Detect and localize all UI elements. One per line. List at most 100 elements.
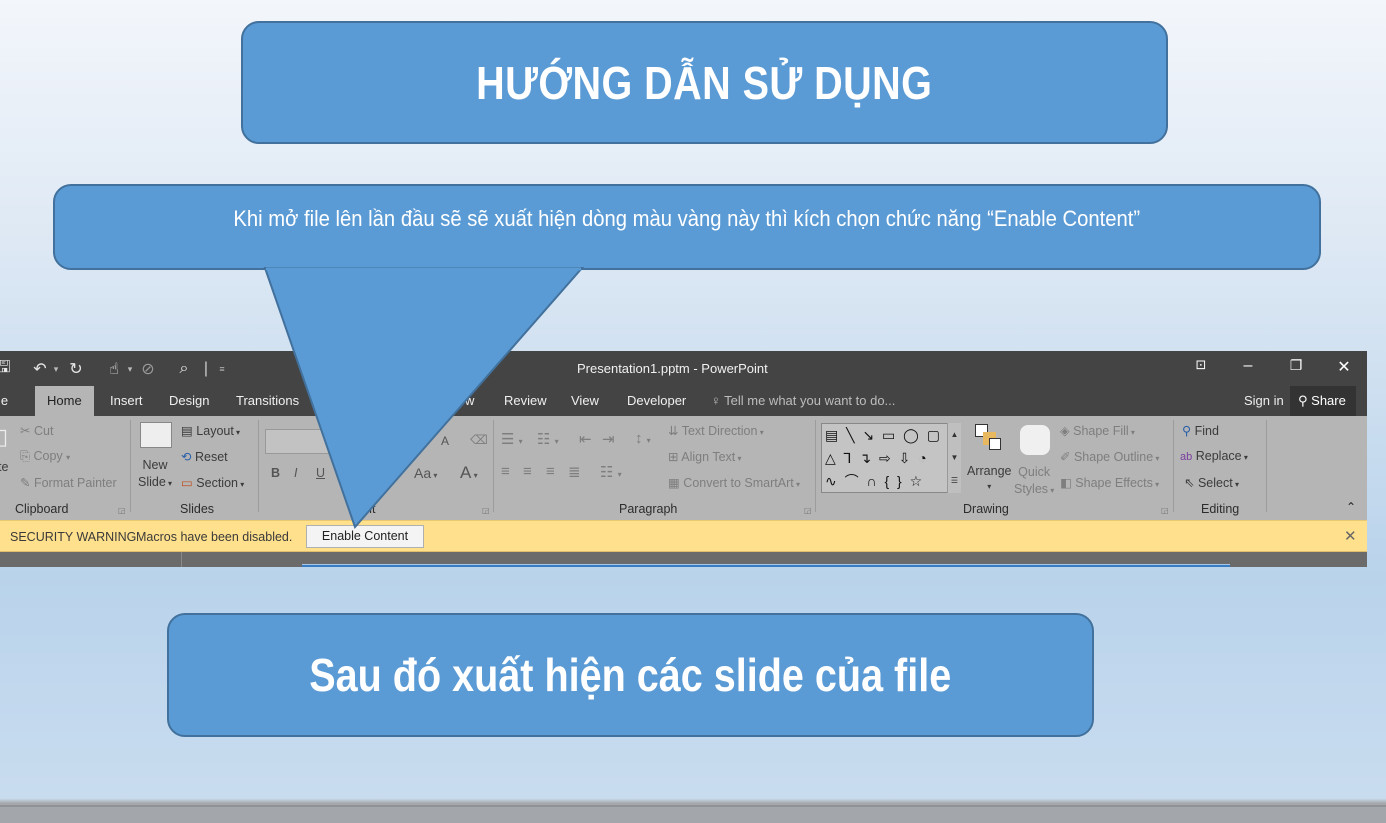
arrange-icon[interactable] (975, 424, 1003, 452)
cut-button[interactable]: ✂ Cut (20, 423, 53, 438)
font-launcher-icon[interactable]: ◲ (482, 506, 490, 515)
copy-label: Copy (33, 449, 63, 463)
tell-me-search[interactable]: ♀ Tell me what you want to do... (711, 393, 895, 408)
clipboard-launcher-icon[interactable]: ◲ (118, 506, 126, 515)
convert-smartart-label: Convert to SmartArt (683, 476, 794, 490)
columns-button[interactable]: ☷ ▾ (600, 463, 622, 481)
tab-slideshow-partial[interactable]: w (465, 393, 474, 408)
find-button[interactable]: ⚲ Find (1182, 423, 1219, 438)
layout-button[interactable]: ▤ Layout ▾ (181, 423, 240, 438)
touch-mode-icon[interactable]: ☝ (104, 359, 124, 379)
numbering-button[interactable]: ☷ ▾ (537, 430, 559, 448)
collapse-ribbon-icon[interactable]: ⌃ (1346, 500, 1356, 514)
tab-design[interactable]: Design (169, 393, 209, 408)
new-slide-label[interactable]: New Slide ▾ (138, 457, 172, 492)
scroll-down-icon[interactable]: ▼ (948, 446, 961, 469)
bold-button[interactable]: B (271, 466, 280, 480)
minimize-icon[interactable]: – (1233, 357, 1263, 375)
restore-icon[interactable]: ❐ (1281, 357, 1311, 374)
quick-styles-label-1: Quick (1018, 465, 1051, 479)
undo-icon[interactable]: ↶ (30, 359, 50, 379)
tell-me-text: Tell me what you want to do... (724, 393, 896, 408)
select-button[interactable]: ⇖ Select ▾ (1184, 475, 1239, 490)
copy-button[interactable]: ⎘ Copy ▾ (20, 449, 70, 464)
tab-home[interactable]: Home (35, 386, 94, 416)
close-icon[interactable]: ✕ (1329, 357, 1359, 377)
align-text-button[interactable]: ⊞ Align Text ▾ (668, 449, 742, 464)
paste-icon[interactable]: ▯ (0, 424, 8, 450)
gallery-row: △ ⅂ ↴ ⇨ ⇩ ◔ (825, 450, 929, 466)
touch-dropdown-icon[interactable]: ▾ (124, 364, 136, 375)
font-name-combo[interactable] (265, 429, 355, 454)
section-button[interactable]: ▭ Section ▾ (181, 475, 244, 490)
drawing-launcher-icon[interactable]: ◲ (1161, 506, 1169, 515)
gallery-scroll[interactable]: ▲ ▼ ☰ (947, 423, 961, 493)
tab-developer[interactable]: Developer (627, 393, 686, 408)
ribbon-home: ▯ te ✂ Cut ⎘ Copy ▾ ✎ Format Painter Cli… (0, 416, 1367, 520)
tab-file[interactable]: le (0, 393, 8, 408)
gallery-more-icon[interactable]: ☰ (948, 469, 961, 492)
close-warning-icon[interactable]: ✕ (1344, 527, 1357, 545)
decrease-indent-button[interactable]: ⇤ (579, 430, 592, 448)
new-slide-icon[interactable] (140, 422, 172, 448)
align-text-icon: ⊞ (668, 450, 679, 464)
shape-outline-button[interactable]: ✐ Shape Outline ▾ (1060, 449, 1159, 464)
align-right-button[interactable]: ≡ (546, 463, 555, 480)
enable-content-button[interactable]: Enable Content (306, 525, 424, 548)
slide-title: HƯỚNG DẪN SỬ DỤNG (476, 56, 933, 109)
slide-canvas-edge (302, 564, 1230, 567)
undo-dropdown-icon[interactable]: ▾ (50, 364, 62, 375)
brush-icon: ✎ (20, 476, 31, 490)
share-button[interactable]: ⚲ Share (1290, 386, 1356, 416)
followup-callout: Sau đó xuất hiện các slide của file (167, 613, 1094, 737)
font-color-button[interactable]: A ▾ (460, 463, 478, 483)
shape-effects-button[interactable]: ◧ Shape Effects ▾ (1060, 475, 1159, 490)
align-left-button[interactable]: ≡ (501, 463, 510, 480)
shapes-gallery[interactable]: ▤ ╲ ↘ ▭ ◯ ▢ △ ⅂ ↴ ⇨ ⇩ ◔ ∿ ⌒ ∩ { } ☆ (821, 423, 961, 493)
preview-icon[interactable]: ⌕ (174, 360, 194, 378)
paste-label[interactable]: te (0, 460, 8, 474)
thumbnail-pane-divider[interactable] (181, 552, 182, 567)
text-direction-icon: ⇊ (668, 424, 679, 438)
shape-fill-button[interactable]: ◈ Shape Fill ▾ (1060, 423, 1135, 438)
reset-button[interactable]: ⟲ Reset (181, 449, 228, 464)
save-icon[interactable]: 🖫 (0, 356, 14, 383)
shapes-icon[interactable]: ⊘ (138, 359, 158, 379)
tab-review[interactable]: Review (504, 393, 547, 408)
slide-bottom-bar (0, 805, 1386, 823)
text-direction-button[interactable]: ⇊ Text Direction ▾ (668, 423, 764, 438)
ribbon-display-icon[interactable]: ⊡ (1186, 357, 1216, 373)
tab-view[interactable]: View (571, 393, 599, 408)
align-center-button[interactable]: ≡ (523, 463, 532, 480)
clear-formatting-icon[interactable]: ⌫ (470, 432, 488, 447)
convert-smartart-button[interactable]: ▦ Convert to SmartArt ▾ (668, 475, 800, 490)
separator (1266, 420, 1267, 512)
italic-button[interactable]: I (294, 466, 297, 480)
paint-bucket-icon: ◈ (1060, 424, 1070, 438)
bullets-button[interactable]: ☰ ▾ (501, 430, 523, 448)
sign-in-link[interactable]: Sign in (1244, 393, 1284, 408)
paragraph-launcher-icon[interactable]: ◲ (804, 506, 812, 515)
quick-styles-icon[interactable] (1020, 425, 1050, 455)
change-case-button[interactable]: Aa ▾ (414, 465, 437, 481)
security-warning-title: SECURITY WARNING (10, 530, 137, 544)
replace-icon: ab (1180, 451, 1193, 463)
justify-button[interactable]: ≣ (568, 463, 581, 481)
shape-fill-label: Shape Fill (1073, 424, 1129, 438)
underline-button[interactable]: U (316, 466, 325, 480)
scroll-up-icon[interactable]: ▲ (948, 423, 961, 446)
line-spacing-button[interactable]: ↕ ▾ (635, 430, 651, 447)
quick-styles-button[interactable]: Quick Styles ▾ (1014, 464, 1054, 499)
increase-indent-button[interactable]: ⇥ (602, 430, 615, 448)
format-painter-button[interactable]: ✎ Format Painter (20, 475, 117, 490)
scissors-icon: ✂ (20, 424, 31, 438)
tab-transitions[interactable]: Transitions (236, 393, 299, 408)
tab-insert[interactable]: Insert (110, 393, 143, 408)
arrange-button[interactable]: Arrange ▾ (967, 464, 1011, 492)
grow-font-button[interactable]: A (441, 434, 449, 448)
copy-icon: ⎘ (20, 449, 31, 463)
group-label-editing: Editing (1201, 502, 1240, 516)
redo-icon[interactable]: ↻ (66, 359, 86, 379)
customize-qat-icon[interactable]: ≡ (216, 364, 228, 374)
replace-button[interactable]: ab Replace ▾ (1180, 449, 1248, 463)
